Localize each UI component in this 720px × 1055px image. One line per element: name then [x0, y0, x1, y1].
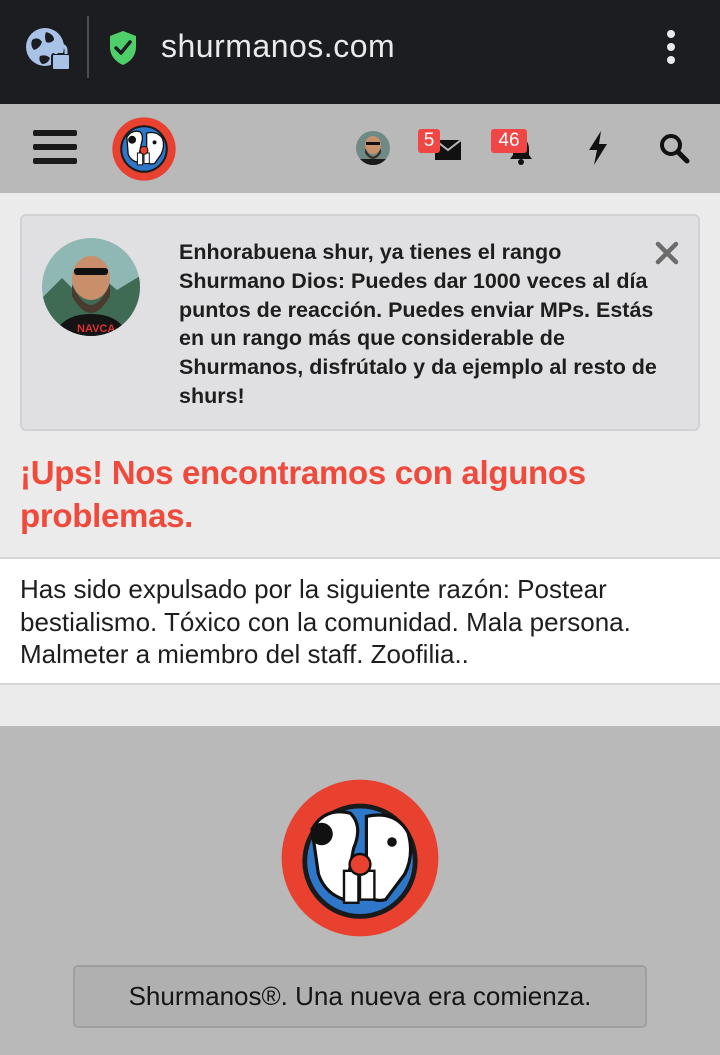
- svg-text:NAVCA: NAVCA: [77, 323, 115, 335]
- url-text[interactable]: shurmanos.com: [161, 28, 395, 65]
- footer-slogan: Shurmanos®. Una nueva era comienza.: [73, 965, 647, 1028]
- rank-notice: NAVCA Enhorabuena shur, ya tienes el ran…: [20, 214, 700, 431]
- site-header: 5 46: [0, 104, 720, 193]
- lightning-icon[interactable]: [586, 130, 610, 166]
- address-bar-divider: [87, 16, 89, 78]
- site-logo[interactable]: [111, 116, 177, 182]
- inbox-count-badge: 5: [418, 129, 440, 153]
- ban-reason-text: Has sido expulsado por la siguiente razó…: [20, 574, 631, 669]
- alerts-count-badge: 46: [491, 129, 527, 153]
- notice-avatar: NAVCA: [42, 238, 140, 336]
- site-footer: Shurmanos®. Una nueva era comienza.: [0, 726, 720, 1055]
- avatar[interactable]: [356, 131, 390, 165]
- kebab-menu-icon[interactable]: [664, 30, 678, 68]
- footer-logo[interactable]: [280, 778, 440, 938]
- search-icon[interactable]: [658, 132, 690, 164]
- error-title: ¡Ups! Nos encontramos con algunos proble…: [20, 454, 586, 534]
- globe-lock-icon[interactable]: [24, 26, 72, 72]
- ban-reason-box: Has sido expulsado por la siguiente razó…: [0, 557, 720, 685]
- notice-message: Enhorabuena shur, ya tienes el rango Shu…: [179, 240, 657, 408]
- close-icon[interactable]: [654, 240, 680, 266]
- hamburger-menu-icon[interactable]: [33, 130, 77, 168]
- browser-address-bar: shurmanos.com: [0, 0, 720, 104]
- shield-check-icon[interactable]: [108, 30, 138, 66]
